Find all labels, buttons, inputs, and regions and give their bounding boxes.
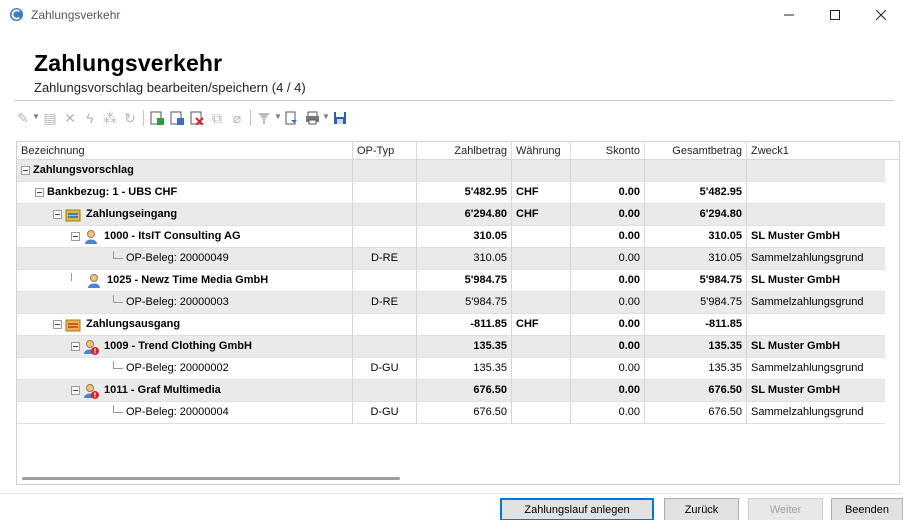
import-icon[interactable] [284, 108, 300, 128]
row-name: 1025 - Newz Time Media GmbH [107, 274, 269, 286]
header-divider [14, 100, 894, 101]
toolbar: ✎ ▼ ▤ ✕ ϟ ⁂ ↻ ⧉ ⌀ ▼ ▼ [16, 105, 896, 131]
filter-icon[interactable] [256, 108, 272, 128]
column-header-gesamtbetrag[interactable]: Gesamtbetrag [645, 142, 747, 160]
row-name: OP-Beleg: 20000002 [126, 362, 229, 374]
payment-proposal-grid[interactable]: Bezeichnung OP-Typ Zahlbetrag Währung Sk… [16, 141, 900, 485]
maximize-button[interactable] [812, 0, 858, 30]
minimize-button[interactable] [766, 0, 812, 30]
lightning-icon[interactable]: ϟ [82, 108, 98, 128]
table-row[interactable]: OP-Beleg: 20000003 D-RE 5'984.75 0.00 5'… [17, 292, 885, 314]
page-subtitle: Zahlungsvorschlag bearbeiten/speichern (… [34, 80, 306, 95]
page-title: Zahlungsverkehr [34, 50, 223, 76]
print-dropdown-icon[interactable]: ▼ [322, 112, 330, 121]
collapse-icon[interactable] [71, 232, 80, 241]
window-title: Zahlungsverkehr [31, 8, 121, 22]
close-button[interactable] [858, 0, 903, 30]
table-row[interactable]: Zahlungseingang 6'294.80 CHF 0.00 6'294.… [17, 204, 885, 226]
row-name: Zahlungsausgang [86, 318, 181, 330]
row-name: Zahlungseingang [86, 208, 178, 220]
collapse-icon[interactable] [21, 166, 30, 175]
column-header-op-typ[interactable]: OP-Typ [353, 142, 417, 160]
create-payment-run-button[interactable]: Zahlungslauf anlegen [500, 498, 654, 520]
row-name: OP-Beleg: 20000003 [126, 296, 229, 308]
column-header-bezeichnung[interactable]: Bezeichnung [17, 142, 353, 160]
collapse-icon[interactable] [35, 188, 44, 197]
table-row[interactable]: OP-Beleg: 20000004 D-GU 676.50 0.00 676.… [17, 402, 885, 424]
toolbar-separator [143, 110, 144, 126]
collapse-icon[interactable] [53, 210, 62, 219]
table-row[interactable]: OP-Beleg: 20000049 D-RE 310.05 0.00 310.… [17, 248, 885, 270]
column-header-zweck1[interactable]: Zweck1 [747, 142, 899, 160]
grid-header-row: Bezeichnung OP-Typ Zahlbetrag Währung Sk… [17, 142, 899, 160]
row-name: OP-Beleg: 20000004 [126, 406, 229, 418]
refresh-icon[interactable]: ↻ [122, 108, 138, 128]
delete-icon[interactable]: ✕ [62, 108, 78, 128]
table-row[interactable]: 1009 - Trend Clothing GmbH 135.35 0.00 1… [17, 336, 885, 358]
table-row[interactable]: 1011 - Graf Multimedia 676.50 0.00 676.5… [17, 380, 885, 402]
table-row[interactable]: OP-Beleg: 20000002 D-GU 135.35 0.00 135.… [17, 358, 885, 380]
table-row[interactable]: Zahlungsvorschlag [17, 160, 885, 182]
back-button[interactable]: Zurück [664, 498, 739, 520]
table-row[interactable]: 1025 - Newz Time Media GmbH 5'984.75 0.0… [17, 270, 885, 292]
outgoing-folder-icon [65, 319, 81, 331]
collapse-icon[interactable] [71, 386, 80, 395]
wand-dropdown-icon[interactable]: ▼ [32, 112, 40, 121]
edit-icon[interactable] [169, 108, 185, 128]
next-button[interactable]: Weiter [748, 498, 823, 520]
person-icon [85, 229, 97, 244]
close-icon [876, 10, 886, 20]
column-header-zahlbetrag[interactable]: Zahlbetrag [417, 142, 512, 160]
incoming-folder-icon [65, 209, 81, 221]
tree-connector [113, 404, 123, 413]
remove-icon[interactable] [189, 108, 205, 128]
table-row[interactable]: Zahlungsausgang -811.85 CHF 0.00 -811.85 [17, 314, 885, 336]
export-icon[interactable] [149, 108, 165, 128]
toolbar-separator [250, 110, 251, 126]
column-header-skonto[interactable]: Skonto [571, 142, 645, 160]
row-name: Bankbezug: 1 - UBS CHF [47, 186, 178, 198]
table-row[interactable]: 1000 - ItsIT Consulting AG 310.05 0.00 3… [17, 226, 885, 248]
row-name: 1009 - Trend Clothing GmbH [104, 340, 252, 352]
person-icon [88, 273, 100, 288]
row-name: OP-Beleg: 20000049 [126, 252, 229, 264]
print-icon[interactable] [304, 108, 320, 128]
person-warning-icon [84, 339, 99, 355]
table-row[interactable]: Bankbezug: 1 - UBS CHF 5'482.95 CHF 0.00… [17, 182, 885, 204]
document-icon[interactable]: ▤ [42, 108, 58, 128]
row-name: Zahlungsvorschlag [33, 164, 134, 176]
copy-icon[interactable]: ⧉ [209, 108, 225, 128]
maximize-icon [830, 10, 840, 20]
filter-dropdown-icon[interactable]: ▼ [274, 112, 282, 121]
column-header-waehrung[interactable]: Währung [512, 142, 571, 160]
save-icon[interactable] [332, 108, 348, 128]
tree-connector [113, 250, 123, 259]
finish-button[interactable]: Beenden [831, 498, 903, 520]
wand-icon[interactable]: ✎ [16, 108, 30, 128]
tree-connector [113, 360, 123, 369]
horizontal-scrollbar[interactable] [22, 477, 400, 480]
eraser-icon[interactable]: ⌀ [229, 108, 245, 128]
minimize-icon [784, 14, 794, 16]
footer-divider [0, 493, 903, 494]
split-icon[interactable]: ⁂ [102, 108, 118, 128]
row-name: 1011 - Graf Multimedia [104, 384, 221, 396]
person-warning-icon [84, 383, 99, 399]
collapse-icon[interactable] [71, 342, 80, 351]
tree-connector [71, 272, 72, 281]
row-name: 1000 - ItsIT Consulting AG [104, 230, 241, 242]
app-icon [9, 7, 24, 22]
collapse-icon[interactable] [53, 320, 62, 329]
tree-connector [113, 294, 123, 303]
window-titlebar: Zahlungsverkehr [0, 0, 903, 30]
